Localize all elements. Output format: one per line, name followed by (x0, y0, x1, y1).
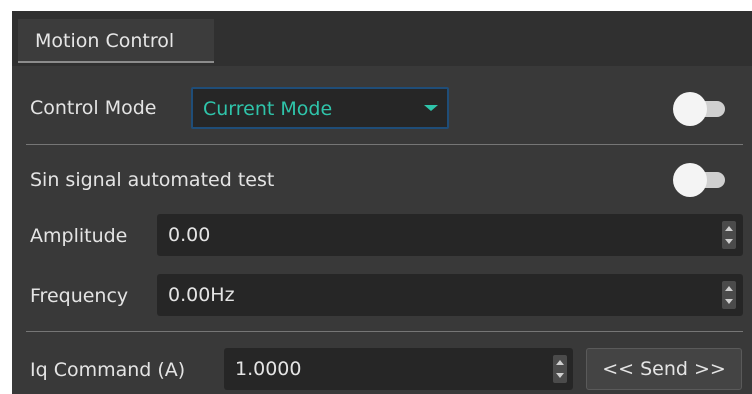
spin-down-icon[interactable] (556, 373, 564, 378)
amplitude-value: 0.00 (168, 224, 211, 246)
iq-command-spinner[interactable] (553, 355, 567, 383)
tab-bar: Motion Control (12, 11, 752, 66)
send-button[interactable]: << Send >> (586, 348, 742, 390)
control-mode-select[interactable]: Current Mode (191, 87, 449, 129)
frequency-label: Frequency (30, 285, 129, 307)
sin-test-label: Sin signal automated test (30, 169, 275, 191)
control-mode-toggle[interactable] (673, 92, 727, 126)
amplitude-spinner[interactable] (722, 221, 736, 249)
amplitude-label: Amplitude (30, 225, 128, 247)
iq-command-label: Iq Command (A) (30, 359, 186, 381)
divider (26, 331, 743, 332)
spin-up-icon[interactable] (556, 360, 564, 365)
toggle-knob (673, 92, 707, 126)
divider (26, 144, 743, 145)
spin-down-icon[interactable] (725, 299, 733, 304)
frequency-field[interactable]: 0.00Hz (157, 274, 743, 316)
amplitude-field[interactable]: 0.00 (157, 214, 743, 256)
toggle-knob (673, 163, 707, 197)
iq-command-value: 1.0000 (235, 358, 302, 380)
spin-up-icon[interactable] (725, 286, 733, 291)
control-mode-label: Control Mode (30, 97, 157, 119)
tab-motion-control[interactable]: Motion Control (18, 19, 214, 63)
frequency-spinner[interactable] (722, 281, 736, 309)
spin-down-icon[interactable] (725, 239, 733, 244)
spin-up-icon[interactable] (725, 226, 733, 231)
frequency-value: 0.00Hz (168, 284, 235, 306)
sin-test-toggle[interactable] (673, 163, 727, 197)
iq-command-field[interactable]: 1.0000 (224, 348, 573, 390)
control-mode-value: Current Mode (203, 98, 333, 120)
dropdown-arrow-icon (424, 105, 438, 111)
motion-control-panel: Motion Control Control Mode Current Mode… (12, 11, 752, 394)
page-frame: Motion Control Control Mode Current Mode… (0, 0, 752, 394)
